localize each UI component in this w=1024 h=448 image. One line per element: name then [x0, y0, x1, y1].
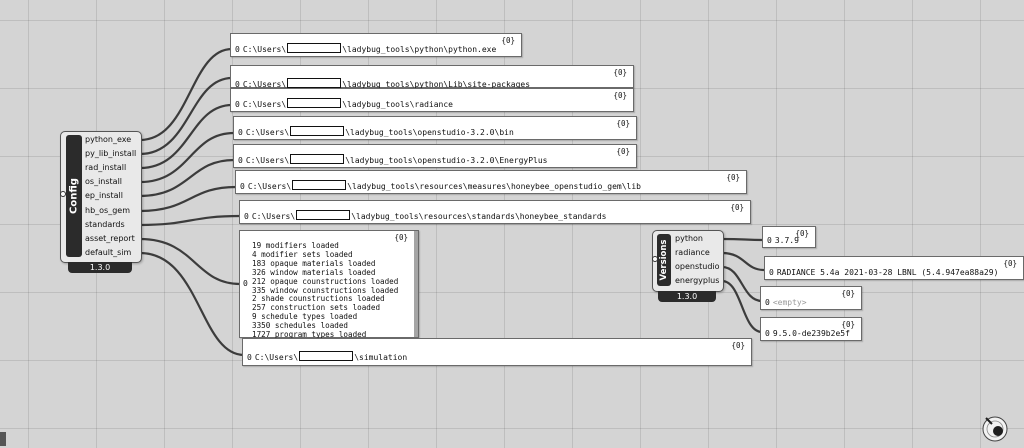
output-rad-install[interactable]: rad_install [85, 163, 126, 172]
panel-version-openstudio[interactable]: {0} 0 <empty> [760, 286, 862, 310]
panel-version-energyplus[interactable]: {0} 0 9.5.0-de239b2e5f [760, 317, 862, 341]
redacted-username [292, 180, 347, 190]
versions-input-grip[interactable] [652, 256, 658, 262]
redacted-username [290, 126, 345, 136]
versions-title-tab: Versions [657, 234, 671, 286]
config-input-grip[interactable] [60, 191, 66, 197]
panel-version-radiance[interactable]: {0} 0 RADIANCE 5.4a 2021-03-28 LBNL (5.4.… [764, 256, 1024, 280]
panel-standards[interactable]: {0} 0 C:\Users\ \ladybug_tools\resources\s… [239, 200, 751, 224]
wire-python-exe [139, 47, 233, 142]
compass-icon[interactable] [980, 414, 1010, 444]
wire-py-lib [139, 76, 233, 156]
output-energyplus[interactable]: energyplus [675, 276, 719, 285]
wire-default-sim [139, 251, 245, 357]
output-default-sim[interactable]: default_sim [85, 248, 131, 257]
versions-component[interactable]: Versions python radiance openstudio ener… [652, 230, 724, 302]
panel-python-exe[interactable]: {0} 0 C:\Users\ \ladybug_tools\python\pyth… [230, 33, 522, 57]
config-title: Config [68, 178, 80, 214]
redacted-username [290, 154, 345, 164]
wire-standards [139, 214, 241, 227]
panel-openstudio-gem[interactable]: {0} 0 C:\Users\ \ladybug_tools\resources\m… [235, 170, 747, 194]
redacted-username [287, 98, 342, 108]
redacted-username [287, 78, 342, 88]
output-python[interactable]: python [675, 234, 703, 243]
wire-os-gem [139, 185, 237, 213]
config-version: 1.3.0 [68, 262, 132, 273]
panel-energyplus[interactable]: {0} 0 C:\Users\ \ladybug_tools\openstudio-… [233, 144, 637, 168]
output-radiance[interactable]: radiance [675, 248, 710, 257]
asset-report-lines: 19 modifiers loaded 4 modifier sets load… [252, 241, 399, 340]
panel-version-python[interactable]: {0} 0 3.7.9 [762, 226, 816, 248]
panel-asset-report[interactable]: {0} 0 19 modifiers loaded 4 modifier set… [239, 230, 419, 340]
redacted-username [287, 43, 342, 53]
panel-scrollbar[interactable] [414, 231, 418, 337]
wire-asset-report [139, 237, 241, 286]
output-py-lib-install[interactable]: py_lib_install [85, 149, 136, 158]
wire-ver-energyplus [721, 279, 763, 334]
output-python-exe[interactable]: python_exe [85, 135, 131, 144]
config-component[interactable]: Config python_exe py_lib_install rad_ins… [60, 131, 142, 273]
output-ep-install[interactable]: ep_install [85, 191, 123, 200]
panel-simulation[interactable]: {0} 0 C:\Users\ \simulation [242, 338, 752, 366]
output-os-install[interactable]: os_install [85, 177, 122, 186]
panel-py-lib[interactable]: {0} 0 C:\Users\ \ladybug_tools\python\Lib\… [230, 65, 634, 89]
output-openstudio[interactable]: openstudio [675, 262, 720, 271]
panel-openstudio-bin[interactable]: {0} 0 C:\Users\ \ladybug_tools\openstudio-… [233, 116, 637, 140]
output-standards[interactable]: standards [85, 220, 125, 229]
redacted-username [299, 351, 354, 361]
canvas-scroll-handle[interactable] [0, 432, 6, 446]
wire-ver-python [721, 237, 765, 242]
config-title-tab: Config [66, 135, 82, 257]
versions-version: 1.3.0 [658, 291, 716, 302]
output-asset-report[interactable]: asset_report [85, 234, 135, 243]
output-hb-os-gem[interactable]: hb_os_gem [85, 206, 130, 215]
panel-radiance[interactable]: {0} 0 C:\Users\ \ladybug_tools\radiance [230, 88, 634, 112]
redacted-username [296, 210, 351, 220]
versions-title: Versions [659, 239, 669, 281]
